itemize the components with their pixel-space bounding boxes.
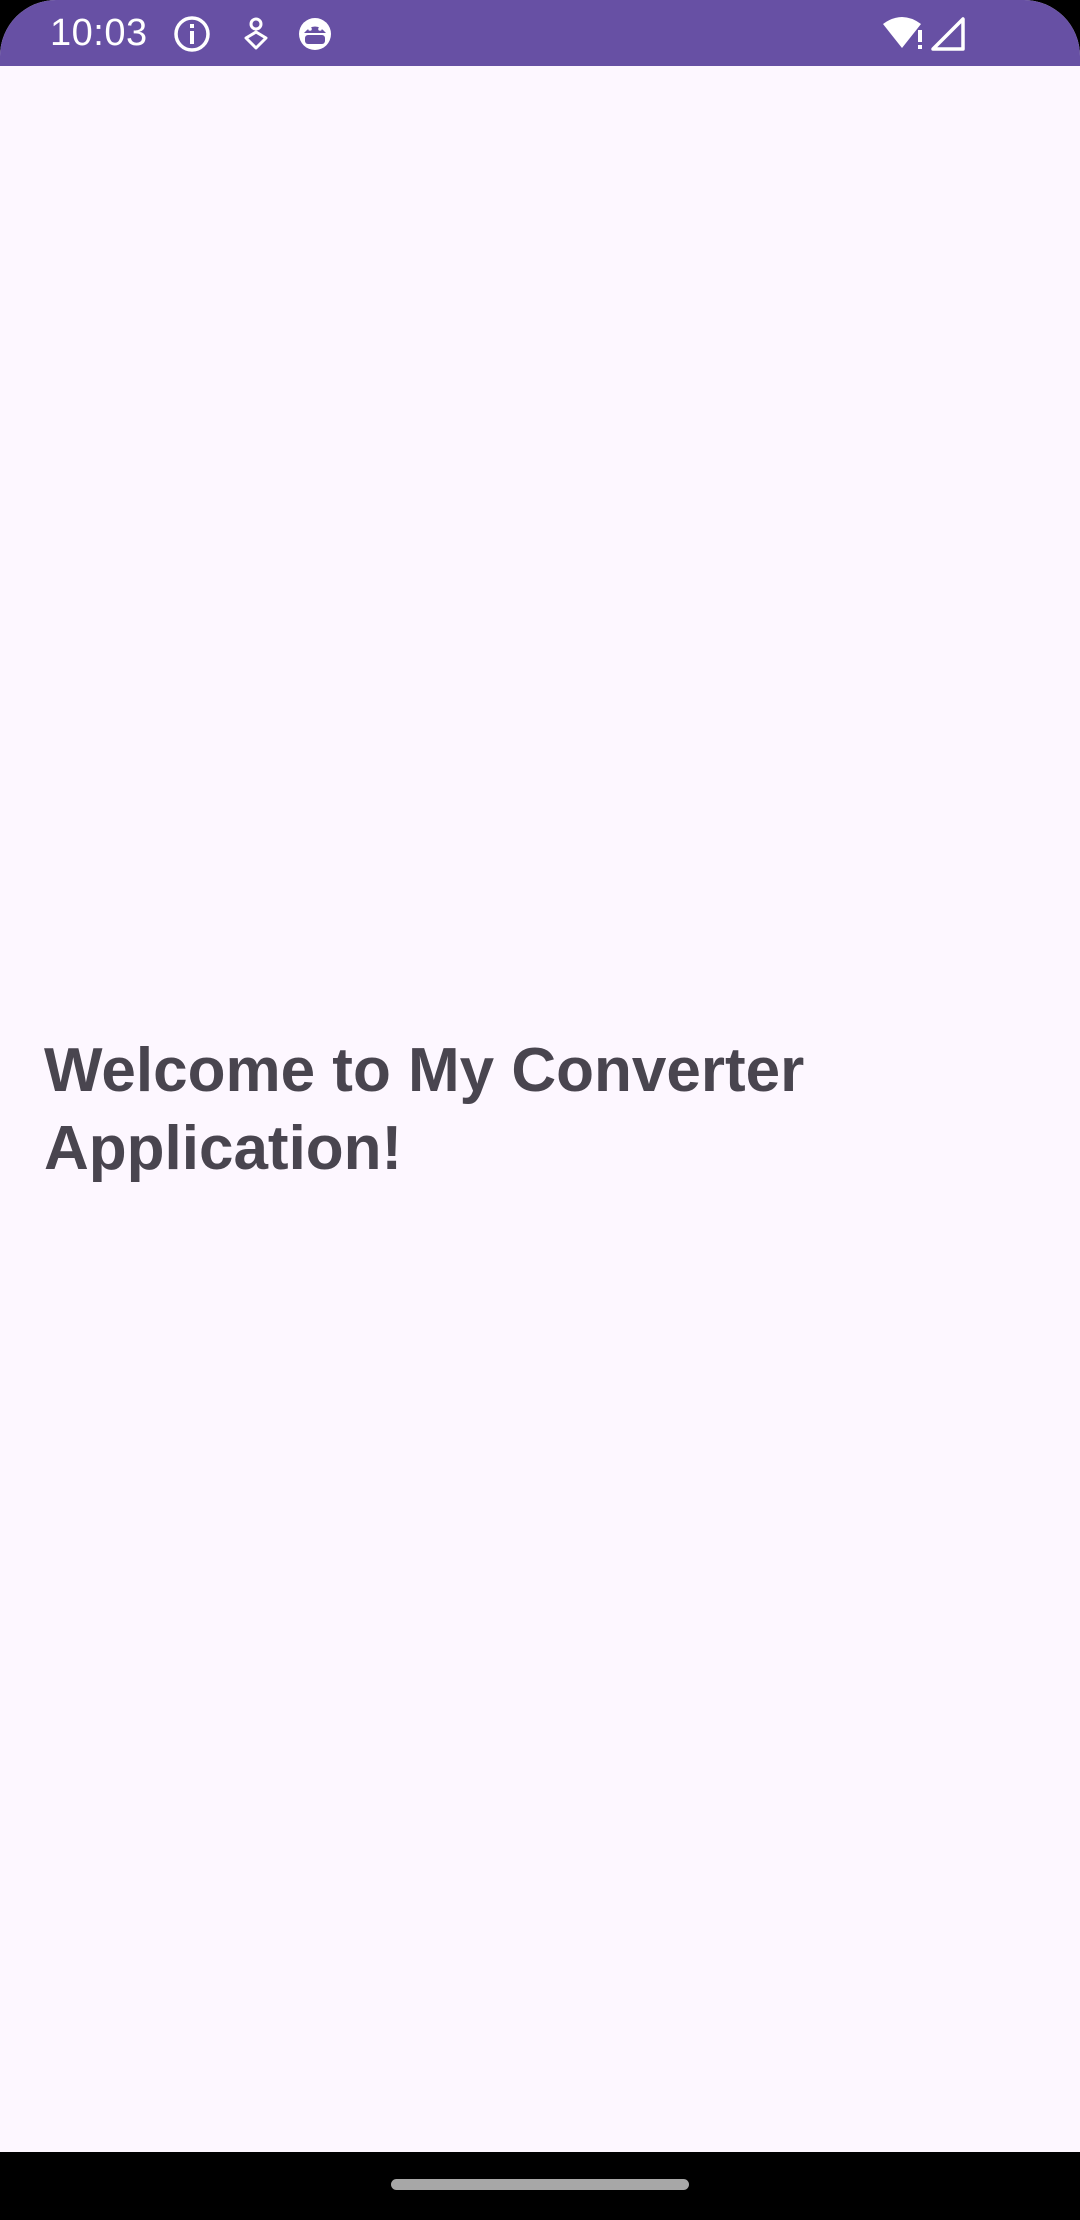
accessibility-icon <box>236 14 276 54</box>
status-bar: 10:03 <box>0 0 1080 66</box>
device-screen: 10:03 Welcome to My Converter Applicatio… <box>0 0 1080 2220</box>
navigation-bar <box>0 2152 1080 2220</box>
main-content: Welcome to My Converter Application! <box>0 66 1080 2152</box>
android-debug-icon <box>295 14 335 54</box>
home-gesture-handle[interactable] <box>391 2179 689 2190</box>
info-icon <box>172 14 212 54</box>
welcome-title: Welcome to My Converter Application! <box>44 1036 805 1183</box>
wifi-no-internet-icon <box>880 14 926 54</box>
status-time: 10:03 <box>50 12 148 54</box>
cell-signal-icon <box>928 14 968 54</box>
